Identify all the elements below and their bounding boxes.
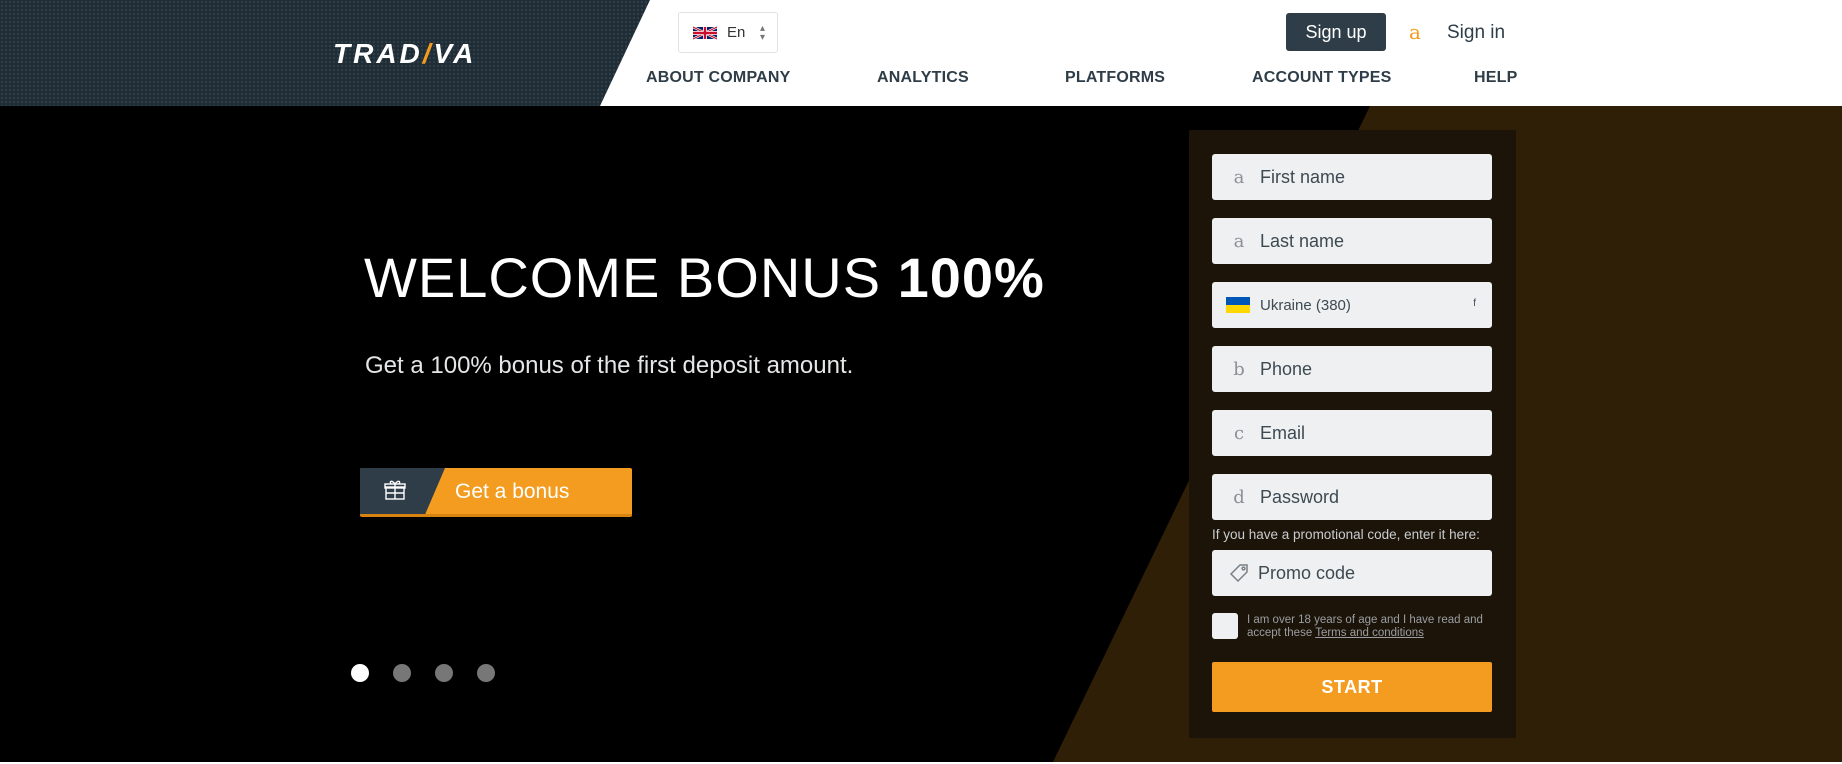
age-terms-checkbox[interactable] <box>1212 613 1238 639</box>
logo-slash: / <box>422 38 434 69</box>
slider-dot-1[interactable] <box>351 664 369 682</box>
phone-icon: b <box>1233 358 1245 380</box>
first-name-field[interactable]: a First name <box>1212 154 1492 200</box>
gift-icon <box>384 480 406 500</box>
email-placeholder: Email <box>1260 422 1306 443</box>
hero-subtitle: Get a 100% bonus of the first deposit am… <box>365 352 854 379</box>
email-field[interactable]: c Email <box>1212 410 1492 456</box>
site-header: TRAD/VA En ▴ ▾ Sign up a Sign in ABOUT CO… <box>0 0 1842 106</box>
dropdown-arrow-icon: f <box>1473 298 1476 309</box>
hero-title-light: WELCOME BONUS <box>364 246 898 309</box>
language-selector[interactable]: En ▴ ▾ <box>678 12 778 53</box>
hero-title-bold: 100% <box>897 246 1045 309</box>
logo-band <box>0 0 650 106</box>
chevron-updown-icon: ▴ ▾ <box>759 23 765 43</box>
user-icon: a <box>1233 166 1245 188</box>
page: TRAD/VA En ▴ ▾ Sign up a Sign in ABOUT CO… <box>0 0 1842 764</box>
slider-dot-2[interactable] <box>393 664 411 682</box>
password-field[interactable]: d Password <box>1212 474 1492 520</box>
sign-up-button[interactable]: Sign up <box>1286 13 1386 51</box>
password-placeholder: Password <box>1260 486 1340 507</box>
logo[interactable]: TRAD/VA <box>333 38 476 70</box>
email-icon: c <box>1233 422 1245 444</box>
start-button[interactable]: START <box>1212 662 1492 712</box>
nav-help[interactable]: HELP <box>1474 69 1517 87</box>
promo-code-field[interactable]: Promo code <box>1212 550 1492 596</box>
country-value: Ukraine (380) <box>1260 296 1351 314</box>
lock-icon: d <box>1233 486 1245 508</box>
age-terms-label: I am over 18 years of age and I have rea… <box>1247 614 1492 640</box>
user-icon: a <box>1233 230 1245 252</box>
promo-note: If you have a promotional code, enter it… <box>1212 527 1480 542</box>
tag-icon <box>1229 564 1248 583</box>
language-label: En <box>727 24 746 41</box>
logo-text-prefix: TRAD <box>333 38 423 69</box>
country-select[interactable]: Ukraine (380) f <box>1212 282 1492 328</box>
promo-code-placeholder: Promo code <box>1258 562 1356 583</box>
terms-link[interactable]: Terms and conditions <box>1315 627 1424 639</box>
nav-analytics[interactable]: ANALYTICS <box>877 69 969 87</box>
get-bonus-label: Get a bonus <box>455 480 570 503</box>
hero-title: WELCOME BONUS 100% <box>364 245 1045 310</box>
last-name-field[interactable]: a Last name <box>1212 218 1492 264</box>
phone-field[interactable]: b Phone <box>1212 346 1492 392</box>
hero-banner: WELCOME BONUS 100% Get a 100% bonus of t… <box>0 106 1842 764</box>
bonus-icon-box <box>360 468 445 514</box>
last-name-placeholder: Last name <box>1260 230 1345 251</box>
first-name-placeholder: First name <box>1260 166 1346 187</box>
nav-platforms[interactable]: PLATFORMS <box>1065 69 1165 87</box>
get-bonus-button[interactable]: Get a bonus <box>360 468 632 517</box>
sign-in-link[interactable]: Sign in <box>1447 22 1505 44</box>
ukraine-flag-icon <box>1226 297 1250 313</box>
nav-account-types[interactable]: ACCOUNT TYPES <box>1252 69 1392 87</box>
user-icon: a <box>1409 20 1421 44</box>
hero-diagonal-panel <box>1052 106 1842 764</box>
slider-dots <box>351 664 495 682</box>
slider-dot-3[interactable] <box>435 664 453 682</box>
uk-flag-icon <box>693 25 717 40</box>
nav-about-company[interactable]: ABOUT COMPANY <box>646 69 791 87</box>
slider-dot-4[interactable] <box>477 664 495 682</box>
logo-text-suffix: VA <box>433 38 477 69</box>
phone-placeholder: Phone <box>1260 358 1313 379</box>
